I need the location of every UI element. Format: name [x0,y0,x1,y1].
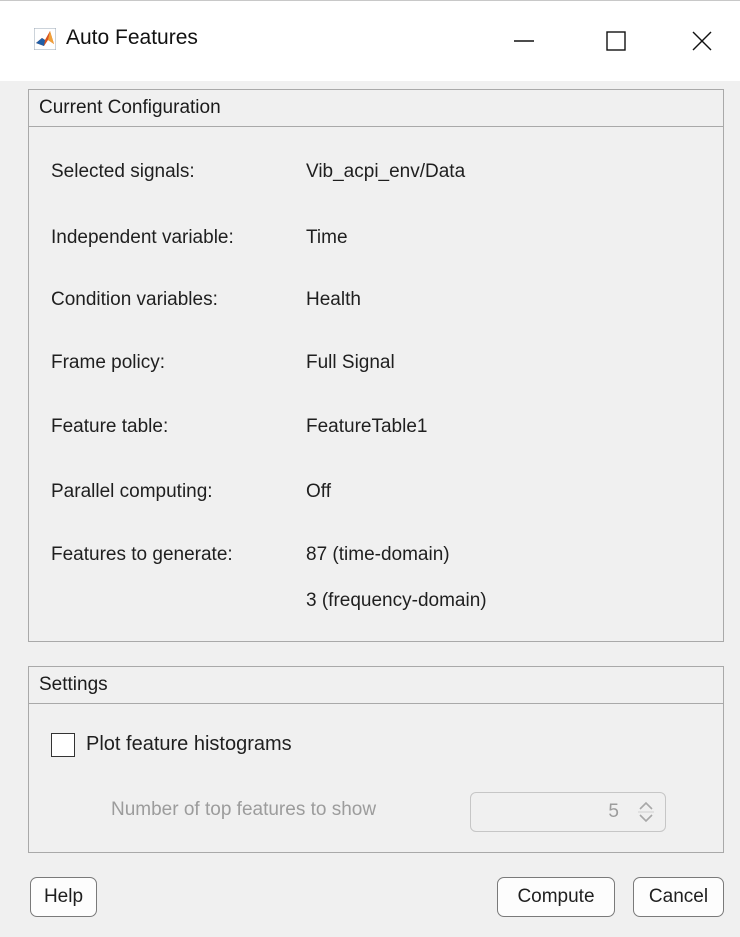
matlab-icon [34,28,56,50]
minimize-button[interactable] [478,1,570,81]
independent-variable-value: Time [306,227,348,248]
condition-variables-label: Condition variables: [51,289,218,310]
close-button[interactable] [656,1,740,81]
independent-variable-label: Independent variable: [51,227,234,248]
help-button[interactable]: Help [30,877,97,917]
selected-signals-value: Vib_acpi_env/Data [306,161,466,182]
compute-button[interactable]: Compute [497,877,615,917]
panel-title: Current Configuration [29,90,723,127]
current-configuration-panel: Current Configuration Selected signals: … [28,89,724,642]
auto-features-dialog: Auto Features Current Configuration Sele… [0,0,740,937]
plot-histograms-label[interactable]: Plot feature histograms [86,733,292,756]
top-features-value: 5 [608,801,619,822]
frame-policy-label: Frame policy: [51,352,166,373]
top-features-spinner[interactable]: 5 [470,792,666,832]
settings-panel: Settings Plot feature histograms Number … [28,666,724,853]
features-to-generate-label: Features to generate: [51,544,233,565]
condition-variables-value: Health [306,289,361,310]
parallel-computing-value: Off [306,481,331,502]
feature-table-label: Feature table: [51,416,169,437]
feature-table-value: FeatureTable1 [306,416,428,437]
features-time-domain-value: 87 (time-domain) [306,544,450,565]
window-title: Auto Features [66,26,198,49]
frame-policy-value: Full Signal [306,352,395,373]
panel-title: Settings [29,667,723,704]
spinner-arrows-icon[interactable] [635,799,657,825]
minimize-icon [514,40,534,42]
title-bar[interactable]: Auto Features [0,1,740,81]
features-frequency-domain-value: 3 (frequency-domain) [306,590,487,611]
plot-histograms-checkbox[interactable] [51,733,75,757]
cancel-button[interactable]: Cancel [633,877,724,917]
parallel-computing-label: Parallel computing: [51,481,213,502]
maximize-icon [606,31,626,51]
close-icon [692,31,712,51]
maximize-button[interactable] [570,1,662,81]
top-features-label: Number of top features to show [111,799,377,820]
selected-signals-label: Selected signals: [51,161,195,182]
